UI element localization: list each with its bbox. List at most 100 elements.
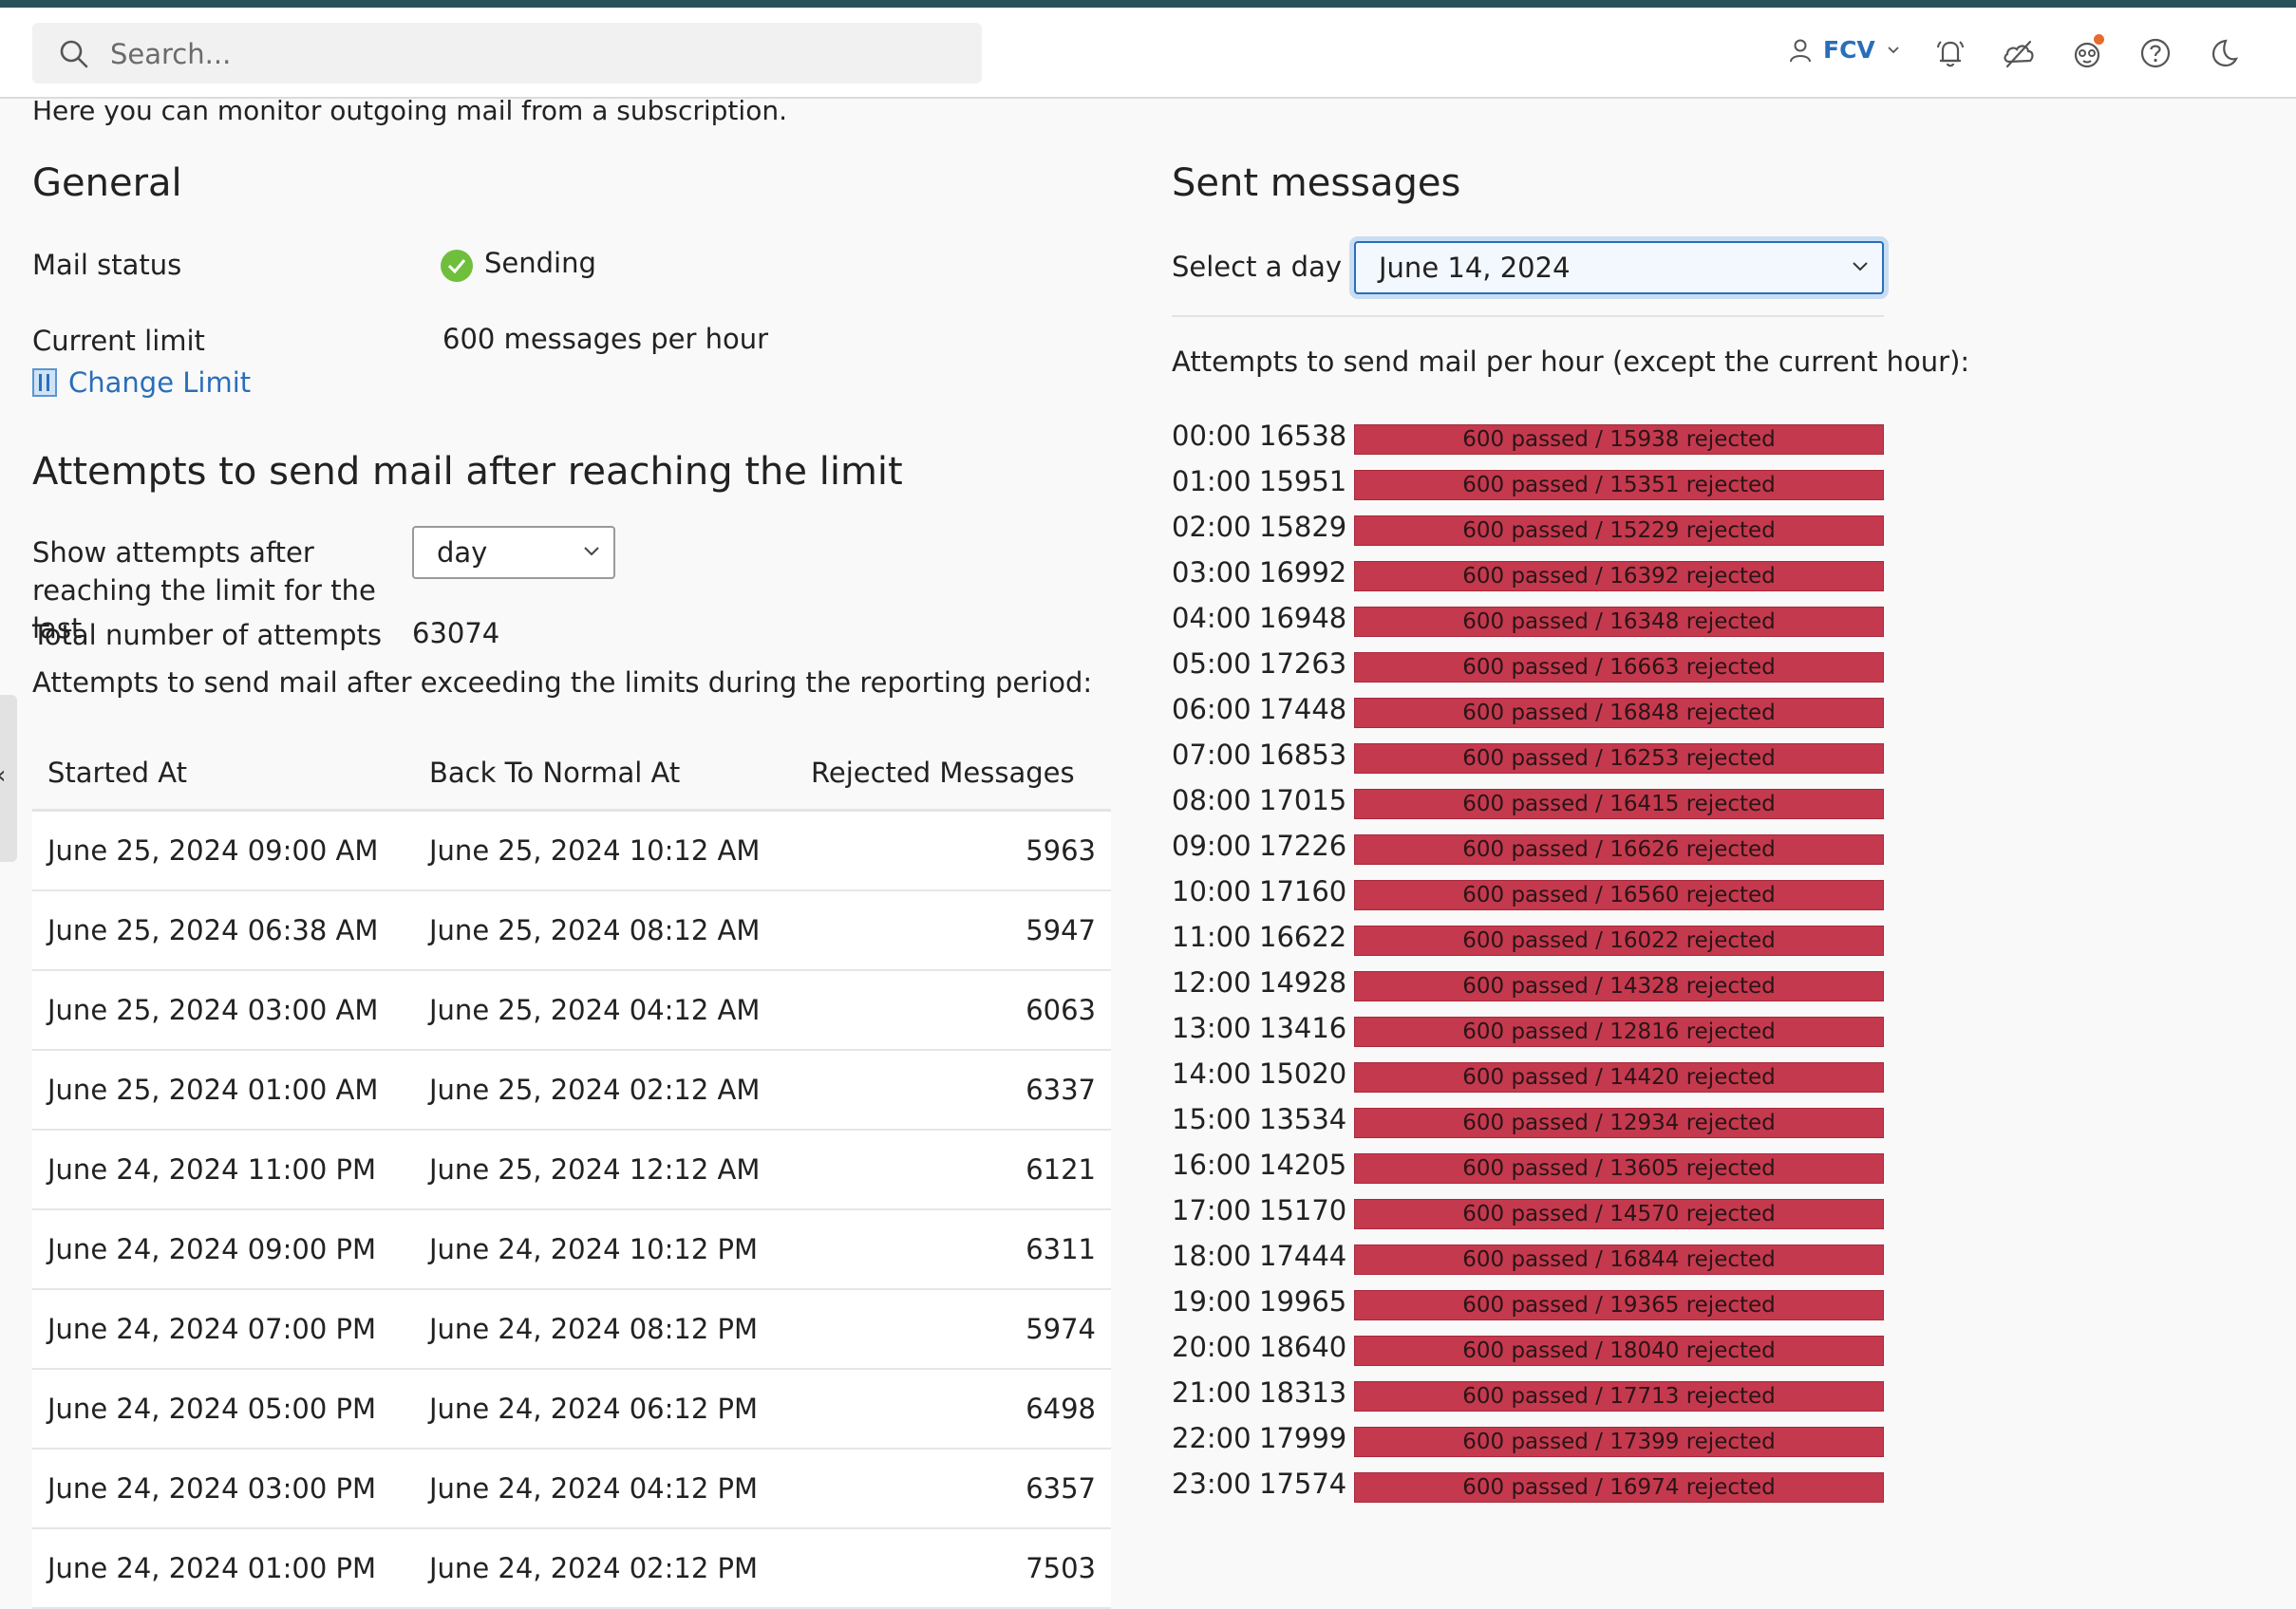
hour-time: 03:00 <box>1172 556 1252 589</box>
period-select[interactable]: day <box>412 526 615 579</box>
change-limit-label: Change Limit <box>68 366 252 399</box>
cell-rejected: 6337 <box>1026 1074 1096 1106</box>
cell-started: June 24, 2024 05:00 PM <box>47 1393 377 1425</box>
hour-bar: 600 passed / 14420 rejected <box>1354 1062 1884 1093</box>
table-header: Started At Back To Normal At Rejected Me… <box>32 737 1111 812</box>
check-circle-icon <box>441 250 473 282</box>
hour-bar: 600 passed / 14570 rejected <box>1354 1199 1884 1229</box>
user-name: FCV <box>1823 36 1875 64</box>
hour-time: 17:00 <box>1172 1194 1252 1226</box>
help-button[interactable] <box>2136 34 2174 72</box>
hour-row: 21:00 18313 600 passed / 17713 rejected <box>1172 1373 1886 1418</box>
mail-status-label: Mail status <box>32 249 182 281</box>
hour-time: 00:00 <box>1172 420 1252 452</box>
hour-row: 11:00 16622 600 passed / 16022 rejected <box>1172 917 1886 963</box>
hour-total: 14928 <box>1259 966 1347 999</box>
hour-bar: 600 passed / 16560 rejected <box>1354 880 1884 910</box>
table-row: June 24, 2024 07:00 PM June 24, 2024 08:1… <box>32 1290 1111 1370</box>
hourly-list: 00:00 16538 600 passed / 15938 rejected 01… <box>1172 416 1886 1509</box>
cell-started: June 25, 2024 01:00 AM <box>47 1074 379 1106</box>
cell-rejected: 7503 <box>1026 1552 1096 1584</box>
hour-bar: 600 passed / 16415 rejected <box>1354 789 1884 819</box>
col-back-to-normal-at[interactable]: Back To Normal At <box>429 757 680 789</box>
hour-time: 15:00 <box>1172 1103 1252 1135</box>
hour-time: 01:00 <box>1172 465 1252 497</box>
hour-time: 06:00 <box>1172 693 1252 725</box>
user-menu[interactable]: FCV <box>1789 36 1900 64</box>
hour-total: 17448 <box>1259 693 1347 725</box>
hour-time: 21:00 <box>1172 1376 1252 1409</box>
col-rejected-messages[interactable]: Rejected Messages <box>811 757 1075 789</box>
change-limit-icon <box>32 368 57 397</box>
dark-mode-icon <box>2211 39 2239 67</box>
hour-total: 18640 <box>1259 1331 1347 1363</box>
hour-total: 16622 <box>1259 921 1347 953</box>
search-input[interactable] <box>108 23 957 85</box>
cloud-status-button[interactable] <box>2000 34 2038 72</box>
hour-time: 04:00 <box>1172 602 1252 634</box>
hour-row: 03:00 16992 600 passed / 16392 rejected <box>1172 552 1886 598</box>
hour-bar: 600 passed / 16974 rejected <box>1354 1472 1884 1503</box>
table-row: June 24, 2024 05:00 PM June 24, 2024 06:1… <box>32 1370 1111 1450</box>
hour-total: 15170 <box>1259 1194 1347 1226</box>
cell-normal: June 24, 2024 08:12 PM <box>429 1313 759 1345</box>
cell-normal: June 25, 2024 02:12 AM <box>429 1074 761 1106</box>
exceeding-label: Attempts to send mail after exceeding th… <box>32 666 1093 699</box>
theme-toggle-button[interactable] <box>2205 34 2243 72</box>
cell-started: June 24, 2024 03:00 PM <box>47 1472 377 1505</box>
help-icon <box>2140 38 2171 68</box>
sidebar-collapse-handle[interactable]: ‹ <box>0 695 17 862</box>
notifications-icon <box>1937 41 1964 67</box>
cell-normal: June 24, 2024 06:12 PM <box>429 1393 759 1425</box>
day-select-value: June 14, 2024 <box>1379 252 1571 284</box>
select-day-label: Select a day : <box>1172 251 1361 283</box>
cell-rejected: 5947 <box>1026 914 1096 946</box>
chevron-down-icon <box>1888 46 1899 53</box>
hour-time: 05:00 <box>1172 647 1252 680</box>
top-stripe <box>0 0 2296 8</box>
hour-time: 18:00 <box>1172 1240 1252 1272</box>
col-started-at[interactable]: Started At <box>47 757 187 789</box>
cell-normal: June 25, 2024 04:12 AM <box>429 994 761 1026</box>
hour-bar: 600 passed / 17713 rejected <box>1354 1381 1884 1412</box>
hour-time: 19:00 <box>1172 1285 1252 1318</box>
hour-time: 11:00 <box>1172 921 1252 953</box>
hour-time: 14:00 <box>1172 1057 1252 1090</box>
hour-row: 01:00 15951 600 passed / 15351 rejected <box>1172 461 1886 507</box>
hour-total: 16948 <box>1259 602 1347 634</box>
change-limit-link[interactable]: Change Limit <box>32 366 251 399</box>
current-limit-value: 600 messages per hour <box>442 323 769 355</box>
hour-total: 17999 <box>1259 1422 1347 1454</box>
hour-bar: 600 passed / 15229 rejected <box>1354 515 1884 546</box>
hour-row: 19:00 19965 600 passed / 19365 rejected <box>1172 1282 1886 1327</box>
cell-rejected: 6498 <box>1026 1393 1096 1425</box>
day-select[interactable]: June 14, 2024 <box>1354 241 1884 294</box>
hour-total: 13416 <box>1259 1012 1347 1044</box>
hour-total: 14205 <box>1259 1149 1347 1181</box>
extensions-button[interactable] <box>2068 34 2106 72</box>
notifications-button[interactable] <box>1931 34 1969 72</box>
cell-rejected: 6357 <box>1026 1472 1096 1505</box>
hour-total: 17263 <box>1259 647 1347 680</box>
total-attempts-label: Total number of attempts <box>32 619 383 651</box>
page-intro: Here you can monitor outgoing mail from … <box>32 95 787 126</box>
table-row: June 25, 2024 06:38 AM June 25, 2024 08:1… <box>32 891 1111 971</box>
hour-time: 16:00 <box>1172 1149 1252 1181</box>
hour-row: 07:00 16853 600 passed / 16253 rejected <box>1172 735 1886 780</box>
hour-bar: 600 passed / 15938 rejected <box>1354 424 1884 455</box>
hour-time: 08:00 <box>1172 784 1252 816</box>
hour-row: 18:00 17444 600 passed / 16844 rejected <box>1172 1236 1886 1282</box>
cell-normal: June 24, 2024 02:12 PM <box>429 1552 759 1584</box>
hour-time: 02:00 <box>1172 511 1252 543</box>
hour-bar: 600 passed / 19365 rejected <box>1354 1290 1884 1320</box>
hour-total: 16538 <box>1259 420 1347 452</box>
search-box[interactable] <box>32 23 982 85</box>
hour-row: 05:00 17263 600 passed / 16663 rejected <box>1172 644 1886 689</box>
hour-bar: 600 passed / 16253 rejected <box>1354 743 1884 774</box>
hour-total: 17160 <box>1259 875 1347 907</box>
hour-bar: 600 passed / 16348 rejected <box>1354 607 1884 637</box>
user-icon <box>1790 39 1811 62</box>
table-row: June 24, 2024 03:00 PM June 24, 2024 04:1… <box>32 1450 1111 1529</box>
hour-row: 06:00 17448 600 passed / 16848 rejected <box>1172 689 1886 735</box>
hour-row: 17:00 15170 600 passed / 14570 rejected <box>1172 1190 1886 1236</box>
